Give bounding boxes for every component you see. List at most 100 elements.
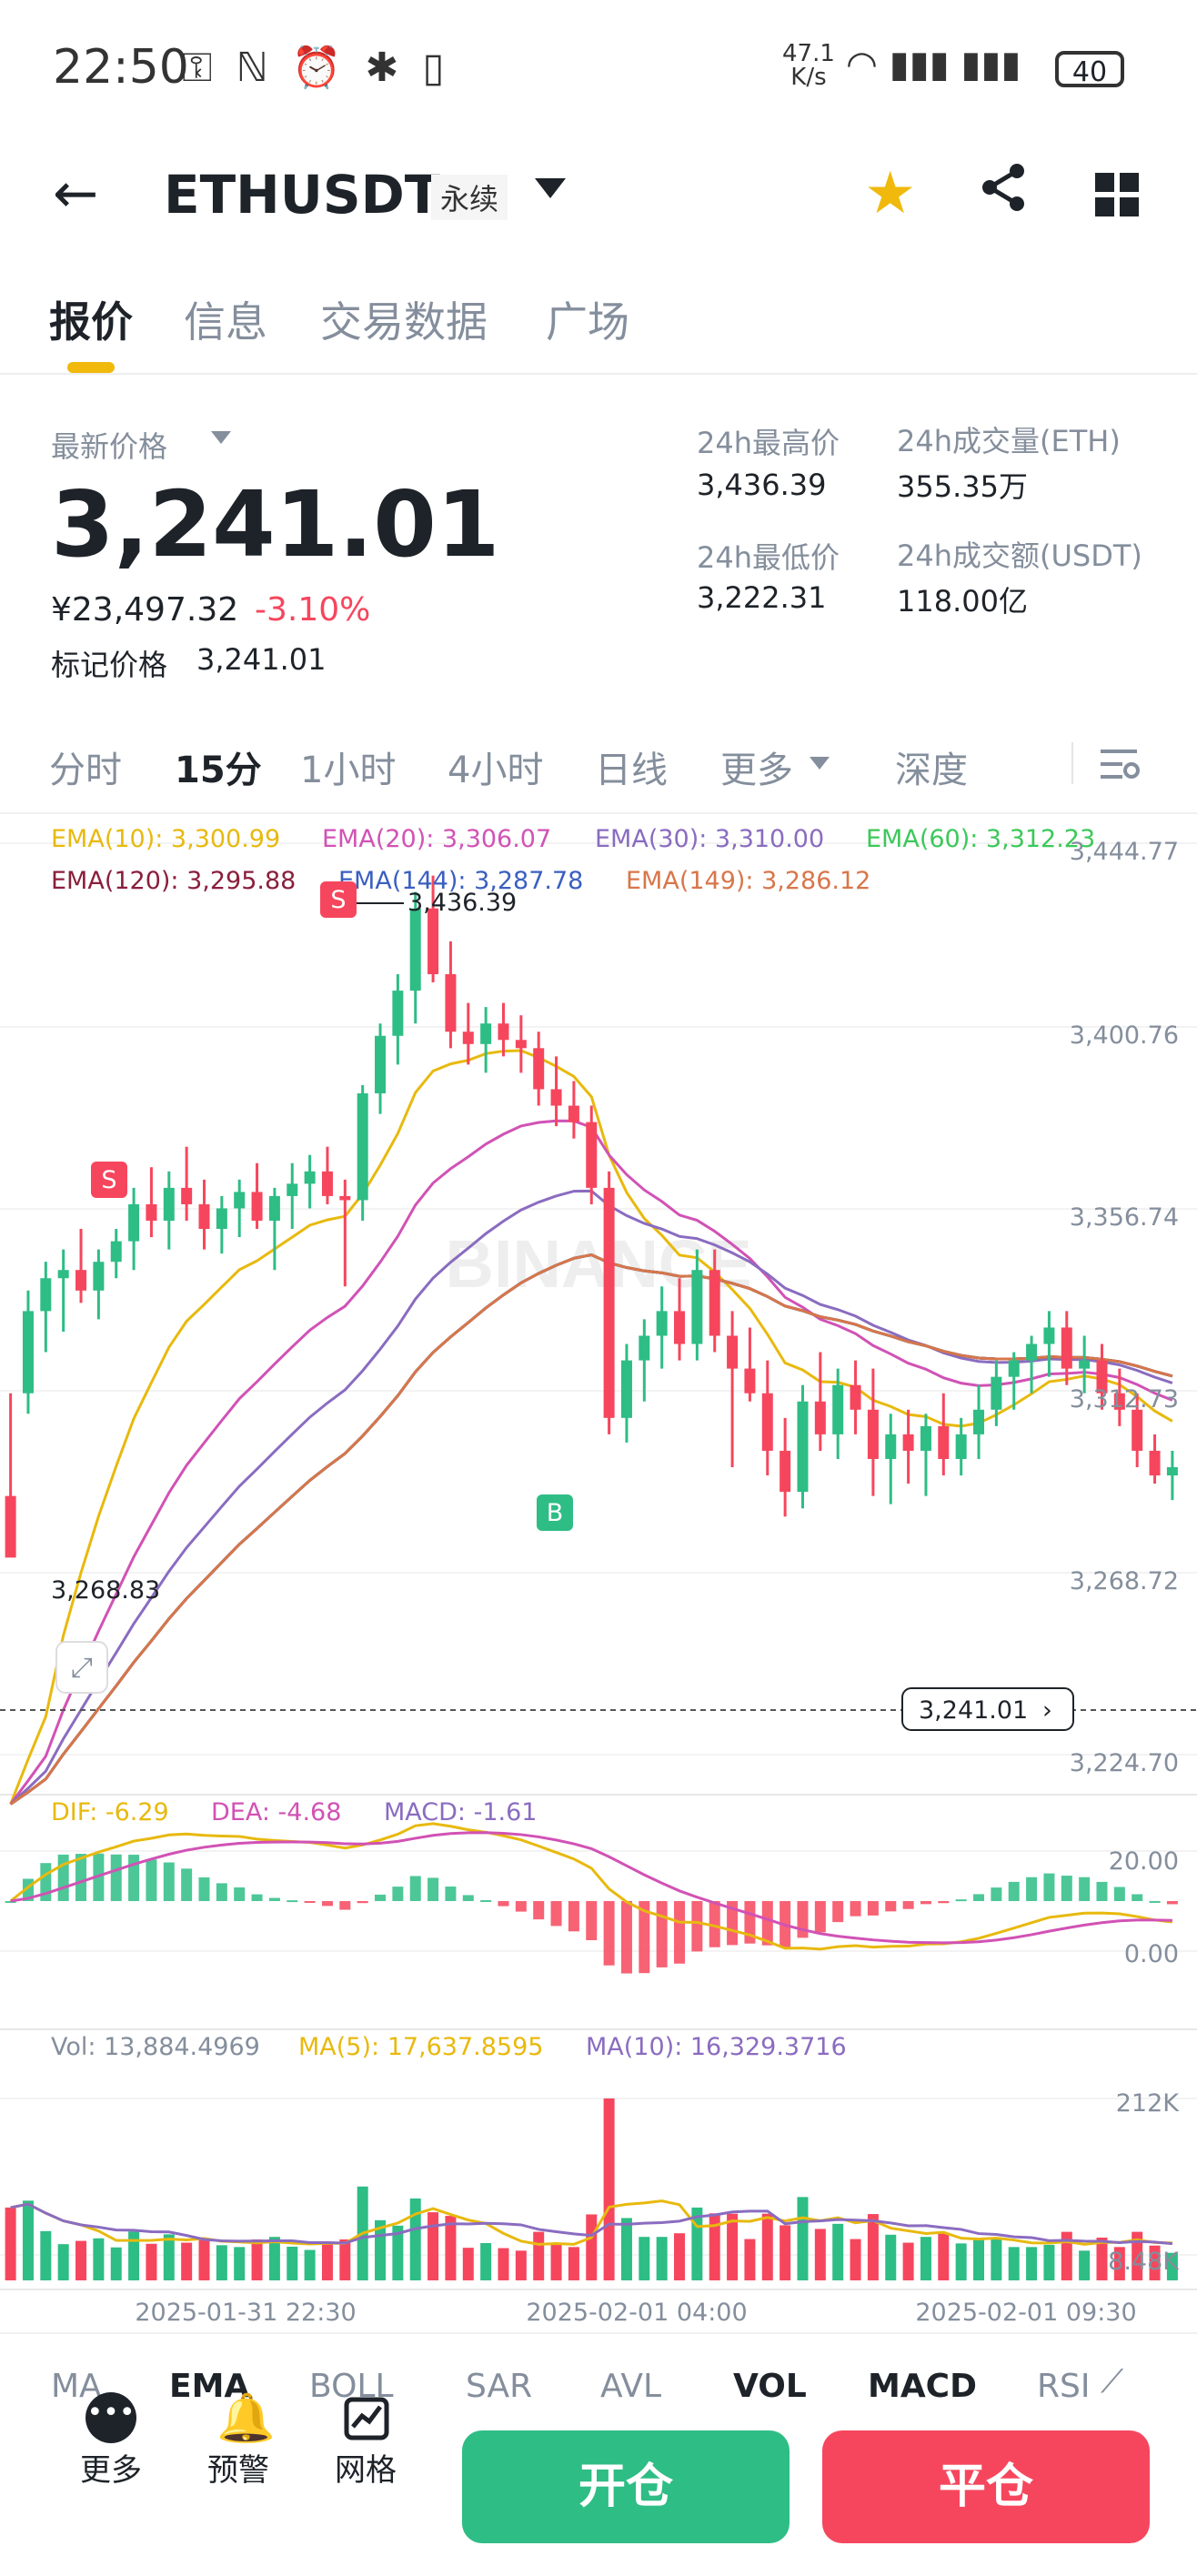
candles <box>5 875 1178 1558</box>
draw-tools-icon[interactable]: ⟋ <box>1101 2363 1123 2401</box>
price-axis-label: 3,224.70 <box>1070 1749 1179 1777</box>
mark-price: 3,241.01 <box>196 642 327 677</box>
price-axis-label: 3,400.76 <box>1070 1021 1179 1050</box>
macd-bar <box>198 1877 210 1901</box>
toolbar-alert-label[interactable]: 预警 <box>193 2445 284 2490</box>
volume-bar <box>761 2213 773 2280</box>
volume-bar <box>110 2247 122 2280</box>
candle-body <box>814 1401 826 1434</box>
volume-bar <box>727 2213 739 2280</box>
candle-body <box>392 991 404 1036</box>
interval-1d[interactable]: 日线 <box>595 740 668 793</box>
bell-icon[interactable]: 🔔 <box>216 2390 276 2446</box>
kline-chart[interactable]: BINANCE 3,444.77 3,400.76 3,356.74 3,312… <box>0 814 1197 2360</box>
pair-title[interactable]: ETHUSDT <box>164 164 440 226</box>
candle-body <box>5 1495 16 1558</box>
interval-4h[interactable]: 4小时 <box>448 740 543 793</box>
tab-trade-data[interactable]: 交易数据 <box>320 289 488 349</box>
volume-bar <box>1026 2247 1038 2280</box>
macd-bar <box>128 1855 140 1901</box>
vol-ma10-legend: MA(10): 16,329.3716 <box>586 2033 847 2061</box>
price-axis-label: 3,268.72 <box>1070 1567 1179 1595</box>
candle-body <box>902 1434 914 1451</box>
volume-bar <box>515 2250 527 2280</box>
high-marker-label: 3,436.39 <box>407 889 517 917</box>
tab-quote[interactable]: 报价 <box>49 289 133 349</box>
vol-eth-label: 24h成交量(ETH) <box>897 424 1121 458</box>
tab-square[interactable]: 广场 <box>546 289 629 349</box>
interval-depth[interactable]: 深度 <box>895 740 968 793</box>
high-24h-label: 24h最高价 <box>697 426 840 460</box>
candle-body <box>110 1241 122 1263</box>
toolbar-grid-label[interactable]: 网格 <box>320 2445 411 2490</box>
indicator-vol[interactable]: VOL <box>733 2368 807 2405</box>
network-rate-unit: K/s <box>790 64 827 91</box>
volume-bar <box>163 2234 175 2280</box>
share-icon[interactable] <box>977 160 1031 218</box>
candle-body <box>1132 1409 1143 1451</box>
tab-info[interactable]: 信息 <box>184 289 267 349</box>
indicator-sar[interactable]: SAR <box>466 2368 532 2405</box>
macd-bar <box>515 1901 527 1912</box>
open-position-button[interactable]: 开仓 <box>462 2430 790 2543</box>
candle-body <box>321 1171 333 1196</box>
volume-bar <box>480 2242 492 2280</box>
macd-bar <box>251 1894 263 1901</box>
latest-price-label[interactable]: 最新价格 <box>51 424 167 466</box>
fullscreen-arrows-icon: ⤢ <box>71 1652 93 1684</box>
indicator-rsi[interactable]: RSI <box>1037 2368 1090 2405</box>
candle-body <box>93 1262 105 1291</box>
candle-body <box>268 1195 280 1222</box>
volume-bar <box>955 2243 967 2280</box>
volume-bar <box>268 2237 280 2280</box>
volume-bar <box>22 2200 34 2280</box>
chart-settings-icon[interactable] <box>1101 746 1141 786</box>
more-dropdown-icon[interactable] <box>810 757 830 770</box>
volume-bar <box>550 2243 562 2280</box>
macd-bar <box>885 1901 897 1912</box>
candle-body <box>620 1360 632 1418</box>
volume-bar <box>128 2231 140 2280</box>
macd-bar <box>620 1901 632 1974</box>
volume-bar <box>867 2214 879 2280</box>
volume-bar <box>5 2207 16 2280</box>
candle-body <box>234 1192 246 1209</box>
macd-bar <box>181 1868 193 1901</box>
volume-bar <box>498 2248 509 2280</box>
candle-body <box>339 1195 351 1201</box>
macd-bar <box>920 1901 931 1905</box>
latest-price-dropdown-icon[interactable] <box>211 431 231 444</box>
interval-1h[interactable]: 1小时 <box>300 740 396 793</box>
macd-bar <box>339 1901 351 1910</box>
macd-bar <box>462 1895 474 1901</box>
indicator-avl[interactable]: AVL <box>600 2368 661 2405</box>
candle-body <box>973 1409 985 1434</box>
grid-trading-icon[interactable] <box>344 2392 389 2445</box>
candle-body <box>428 908 439 975</box>
macd-bar <box>357 1901 368 1904</box>
more-icon[interactable]: ••• <box>86 2392 136 2443</box>
volume-bar <box>57 2244 69 2280</box>
interval-more[interactable]: 更多 <box>720 740 793 793</box>
interval-time-share[interactable]: 分时 <box>49 740 122 793</box>
status-bar: 22:50 ⚿ ℕ ⏰ ✱ ▯ 47.1 K/s ◠ ▮▮▮ ▮▮▮ 40 <box>0 0 1197 136</box>
indicator-macd[interactable]: MACD <box>868 2368 977 2405</box>
macd-bar <box>674 1901 686 1964</box>
grid-menu-icon[interactable] <box>1095 173 1139 220</box>
interval-15m[interactable]: 15分 <box>175 740 262 793</box>
candle-body <box>40 1278 52 1312</box>
macd-bar <box>867 1901 879 1916</box>
toolbar-more-label[interactable]: 更多 <box>65 2445 156 2490</box>
close-position-button[interactable]: 平仓 <box>822 2430 1150 2543</box>
chart-gridlines <box>0 842 1197 2290</box>
ema120-legend: EMA(120): 3,295.88 <box>51 867 296 895</box>
candle-body <box>568 1105 579 1122</box>
back-arrow-icon[interactable]: ← <box>53 162 98 226</box>
ema30-legend: EMA(30): 3,310.00 <box>595 825 824 853</box>
pair-dropdown-icon[interactable] <box>535 178 566 198</box>
macd-bar <box>304 1901 316 1903</box>
volume-bar <box>1079 2250 1091 2280</box>
macd-bar <box>550 1901 562 1927</box>
candle-body <box>639 1335 650 1361</box>
favorite-star-icon[interactable]: ★ <box>864 160 916 227</box>
